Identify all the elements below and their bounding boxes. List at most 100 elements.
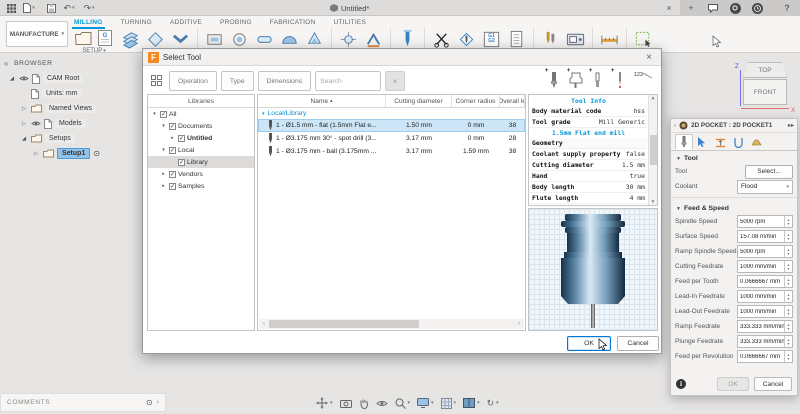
- field-input[interactable]: 1000 mm/min▲▼: [737, 305, 793, 318]
- checkbox[interactable]: ✓: [169, 183, 176, 190]
- gcode-icon[interactable]: G1G2: [481, 29, 502, 50]
- pocket-cancel-button[interactable]: Cancel: [754, 377, 792, 391]
- checkbox[interactable]: ✓: [169, 171, 176, 178]
- app-grid-icon[interactable]: [4, 1, 18, 15]
- horizontal-scrollbar[interactable]: ‹ ›: [259, 319, 524, 329]
- column-cutting-diameter[interactable]: Cutting diameter: [386, 95, 452, 107]
- tool-row[interactable]: 1 - Ø1.5 mm - flat (1.5mm Flat e...1.50 …: [258, 119, 525, 132]
- swarf-icon[interactable]: [363, 29, 384, 50]
- help-icon[interactable]: ?: [780, 1, 794, 15]
- look-at-icon[interactable]: [376, 399, 388, 408]
- panel-expand-icon[interactable]: ▸▸: [788, 122, 794, 129]
- eye-icon[interactable]: [31, 120, 41, 127]
- setup-sheet-g-icon[interactable]: G: [96, 29, 114, 47]
- spinner-icon[interactable]: ▲▼: [784, 351, 792, 362]
- redo-icon[interactable]: ↷▾: [82, 1, 96, 15]
- type-filter-button[interactable]: Type: [221, 71, 254, 91]
- checkbox[interactable]: ✓: [178, 135, 185, 142]
- library-tree-item-local[interactable]: ▾✓Local: [148, 144, 254, 156]
- dialog-close-icon[interactable]: ×: [642, 52, 656, 63]
- spinner-icon[interactable]: ▲▼: [784, 321, 792, 332]
- spinner-icon[interactable]: ▲▼: [784, 216, 792, 227]
- operation-filter-button[interactable]: Operation: [169, 71, 217, 91]
- expand-comments-icon[interactable]: ›: [157, 399, 159, 406]
- file-icon[interactable]: ▾: [22, 1, 36, 15]
- dome-icon[interactable]: [279, 29, 300, 50]
- drill-icon[interactable]: [397, 29, 418, 50]
- contour-icon[interactable]: [229, 29, 250, 50]
- expander-open-icon[interactable]: ◢: [20, 136, 28, 142]
- setup-group-label[interactable]: SETUP: [82, 48, 102, 54]
- expander-icon[interactable]: ▾: [151, 111, 158, 117]
- new-tab-icon[interactable]: +: [684, 1, 698, 15]
- add-turning-tool-icon[interactable]: +: [590, 70, 605, 89]
- close-tab-icon[interactable]: ×: [662, 1, 676, 15]
- library-tree-item-documents[interactable]: ▾✓Documents: [148, 120, 254, 132]
- pocket-ok-button[interactable]: OK: [717, 377, 749, 391]
- new-setup-folder-icon[interactable]: [74, 29, 92, 47]
- tab-heights[interactable]: [711, 134, 729, 150]
- view-mode-grid-icon[interactable]: [149, 71, 165, 92]
- tab-linking[interactable]: [747, 134, 765, 150]
- field-input[interactable]: 0.0666667 mm▲▼: [737, 275, 793, 288]
- tab-geometry[interactable]: [693, 134, 711, 150]
- expander-icon[interactable]: ▸: [160, 183, 167, 189]
- field-input[interactable]: 333.333 mm/min▲▼: [737, 335, 793, 348]
- workspace-switcher-button[interactable]: MANUFACTURE▾: [6, 21, 68, 47]
- pan-hand-icon[interactable]: [359, 398, 369, 409]
- expander-closed-icon[interactable]: ▷: [32, 151, 40, 157]
- pocket-dialog-header[interactable]: ‹ 2D POCKET : 2D POCKET1 ▸▸: [671, 119, 797, 133]
- magnifier-icon[interactable]: ▾: [395, 398, 411, 409]
- add-holder-icon[interactable]: +: [568, 70, 583, 89]
- spinner-icon[interactable]: ▲▼: [784, 276, 792, 287]
- panel-collapse-icon[interactable]: ‹: [674, 122, 676, 129]
- comments-bar[interactable]: COMMENTS ⊙ ›: [0, 393, 166, 412]
- multi-axis-icon[interactable]: [338, 29, 359, 50]
- eye-icon[interactable]: [19, 75, 29, 82]
- tool-row[interactable]: 1 - Ø3.175 mm - ball (3.175mm ...3.17 mm…: [258, 145, 525, 158]
- renumber-tools-icon[interactable]: 123: [634, 72, 653, 81]
- ribbon-tab-milling[interactable]: MILLING: [72, 17, 105, 29]
- expander-open-icon[interactable]: ◢: [8, 76, 16, 82]
- tool-select-button[interactable]: Select...: [745, 165, 793, 179]
- add-probe-icon[interactable]: +: [612, 70, 627, 89]
- column-overall-length[interactable]: Overall le: [500, 95, 525, 107]
- cancel-button[interactable]: Cancel: [617, 336, 659, 351]
- orbit-refresh-icon[interactable]: ↻▾: [487, 398, 499, 409]
- clear-search-button[interactable]: ×: [385, 71, 405, 91]
- checkbox[interactable]: ✓: [169, 147, 176, 154]
- field-input[interactable]: 5000 rpm▲▼: [737, 245, 793, 258]
- expander-icon[interactable]: ▸: [160, 171, 167, 177]
- column-name[interactable]: Name▴: [258, 95, 386, 107]
- browser-item-units-mm[interactable]: Units: mm: [0, 86, 132, 101]
- clock-icon[interactable]: [750, 1, 764, 15]
- save-icon[interactable]: [44, 1, 58, 15]
- tool-info-scrollbar[interactable]: ▲▼: [648, 95, 657, 205]
- slot-icon[interactable]: [254, 29, 275, 50]
- field-input[interactable]: 5000 rpm▲▼: [737, 215, 793, 228]
- view-cube[interactable]: Z TOP FRONT X: [733, 60, 795, 118]
- diamond-icon[interactable]: [145, 29, 166, 50]
- viewcube-top-face[interactable]: TOP: [743, 62, 787, 78]
- pan-arrows-icon[interactable]: ▾: [316, 397, 333, 409]
- display-settings-icon[interactable]: ▾: [417, 398, 434, 408]
- field-input[interactable]: 1000 mm/min▲▼: [737, 290, 793, 303]
- dialog-title-bar[interactable]: F Select Tool ×: [143, 49, 661, 66]
- chevron-icon[interactable]: [170, 29, 191, 50]
- spinner-icon[interactable]: ▲▼: [784, 246, 792, 257]
- expander-icon[interactable]: ▸: [169, 135, 176, 141]
- spinner-icon[interactable]: ▲▼: [784, 261, 792, 272]
- extensions-icon[interactable]: [728, 1, 742, 15]
- viewcube-front-face[interactable]: FRONT: [743, 79, 787, 105]
- machine-icon[interactable]: [565, 29, 586, 50]
- search-input[interactable]: Search: [315, 71, 381, 91]
- column-corner-radius[interactable]: Corner radius: [452, 95, 500, 107]
- checkbox[interactable]: ✓: [169, 123, 176, 130]
- coolant-dropdown[interactable]: Flood▾: [737, 180, 793, 194]
- measure-icon[interactable]: [599, 29, 620, 50]
- collapse-browser-icon[interactable]: «: [4, 59, 9, 68]
- dimensions-filter-button[interactable]: Dimensions: [258, 71, 312, 91]
- browser-item-setups[interactable]: ◢Setups: [0, 131, 132, 146]
- scroll-right-icon[interactable]: ›: [514, 321, 524, 327]
- field-input[interactable]: 157.08 m/min▲▼: [737, 230, 793, 243]
